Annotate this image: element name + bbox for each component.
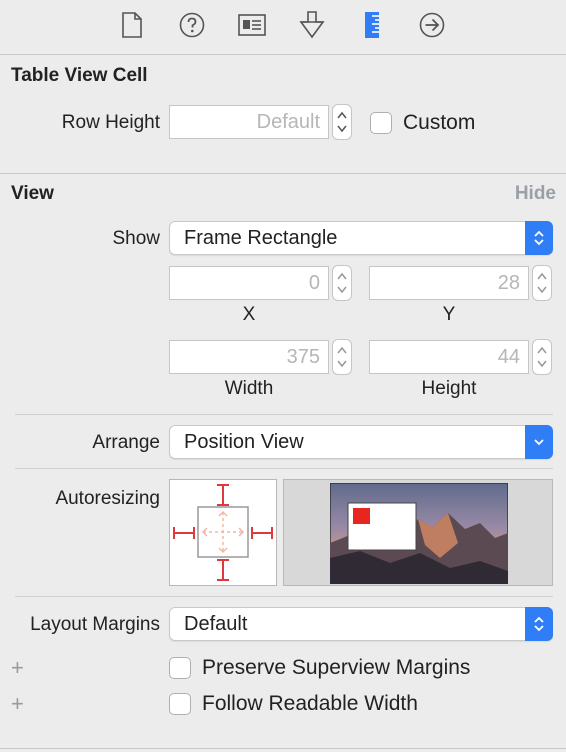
add-variation-button[interactable]: + <box>11 691 24 717</box>
arrange-popup-value: Position View <box>184 431 304 453</box>
show-popup[interactable]: Frame Rectangle <box>169 221 553 255</box>
connections-inspector-icon[interactable] <box>418 11 446 39</box>
view-section-title: View <box>11 183 54 204</box>
follow-readable-width-checkbox[interactable] <box>169 693 191 715</box>
x-stepper[interactable] <box>332 265 352 301</box>
quick-help-icon[interactable] <box>178 11 206 39</box>
height-stepper[interactable] <box>532 339 552 375</box>
y-stepper[interactable] <box>532 265 552 301</box>
x-field[interactable]: 0 <box>169 266 329 300</box>
layout-margins-popup[interactable]: Default <box>169 607 553 641</box>
section-separator <box>0 173 566 174</box>
popup-updown-icon <box>525 221 553 255</box>
row-height-label: Row Height <box>61 112 160 133</box>
height-caption: Height <box>421 378 477 399</box>
arrange-popup[interactable]: Position View <box>169 425 553 459</box>
add-variation-button[interactable]: + <box>11 655 24 681</box>
height-field[interactable]: 44 <box>369 340 529 374</box>
follow-readable-width-label: Follow Readable Width <box>202 692 418 715</box>
inspector-toolbar <box>0 0 566 54</box>
y-caption: Y <box>442 304 456 325</box>
popup-updown-icon <box>525 607 553 641</box>
show-label: Show <box>112 228 160 249</box>
hide-button[interactable]: Hide <box>515 183 556 205</box>
row-height-field[interactable]: Default <box>169 105 329 139</box>
chevron-down-icon <box>525 425 553 459</box>
attributes-inspector-icon[interactable] <box>298 11 326 39</box>
preserve-superview-margins-checkbox[interactable] <box>169 657 191 679</box>
layout-margins-popup-value: Default <box>184 613 248 635</box>
divider <box>15 468 553 469</box>
size-inspector-icon[interactable] <box>358 11 386 39</box>
row-height-stepper[interactable] <box>332 104 352 140</box>
width-stepper[interactable] <box>332 339 352 375</box>
width-caption: Width <box>224 378 274 399</box>
y-field[interactable]: 28 <box>369 266 529 300</box>
x-caption: X <box>242 304 256 325</box>
width-field[interactable]: 375 <box>169 340 329 374</box>
identity-inspector-icon[interactable] <box>238 11 266 39</box>
table-view-cell-title: Table View Cell <box>11 65 148 86</box>
custom-label: Custom <box>403 111 476 134</box>
file-inspector-icon[interactable] <box>118 11 146 39</box>
divider <box>15 596 553 597</box>
arrange-label: Arrange <box>92 432 160 453</box>
bottom-separator <box>0 748 566 749</box>
divider <box>15 414 553 415</box>
wallpaper-preview-image <box>330 483 508 584</box>
preserve-superview-margins-label: Preserve Superview Margins <box>202 656 471 679</box>
toolbar-separator <box>0 54 566 55</box>
show-popup-value: Frame Rectangle <box>184 227 338 249</box>
custom-checkbox[interactable] <box>370 112 392 134</box>
layout-margins-label: Layout Margins <box>30 614 160 635</box>
autoresizing-preview <box>283 479 553 586</box>
autoresizing-label: Autoresizing <box>55 488 160 509</box>
autoresizing-mask-control[interactable] <box>169 479 277 586</box>
